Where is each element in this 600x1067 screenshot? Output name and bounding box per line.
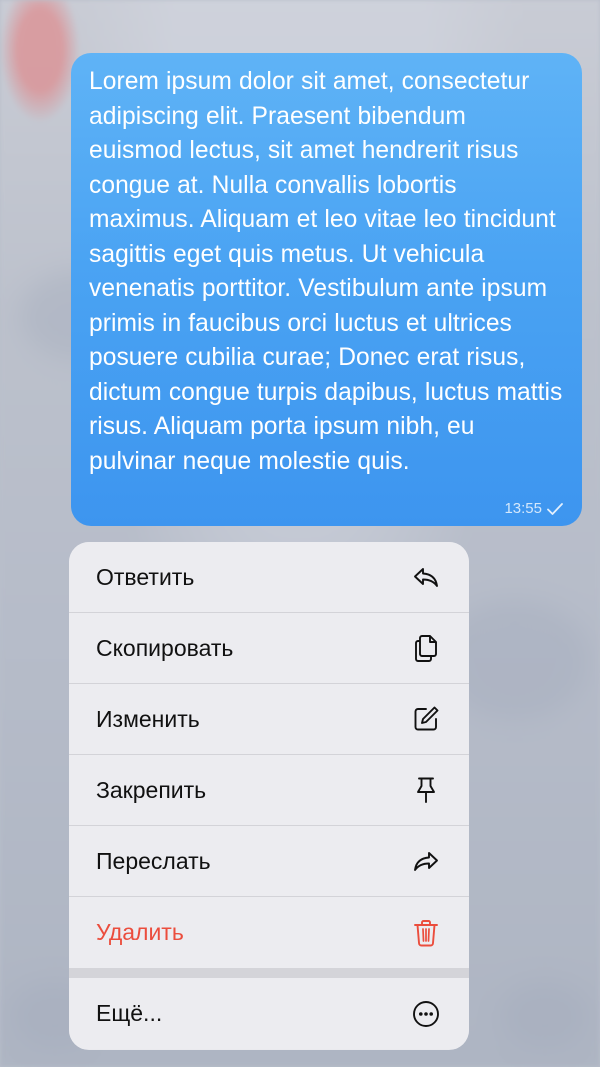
menu-item-forward[interactable]: Переслать bbox=[69, 826, 469, 897]
edit-icon bbox=[411, 704, 441, 734]
message-text: Lorem ipsum dolor sit amet, consectetur … bbox=[89, 68, 563, 475]
menu-separator bbox=[69, 968, 469, 978]
message-meta: 13:55 bbox=[504, 500, 564, 517]
pin-icon bbox=[411, 775, 441, 805]
menu-item-pin[interactable]: Закрепить bbox=[69, 755, 469, 826]
message-time: 13:55 bbox=[504, 500, 542, 517]
menu-item-copy[interactable]: Скопировать bbox=[69, 613, 469, 684]
menu-item-label: Ответить bbox=[96, 563, 195, 590]
menu-item-label: Скопировать bbox=[96, 634, 234, 661]
check-icon bbox=[547, 502, 563, 515]
menu-item-delete[interactable]: Удалить bbox=[69, 897, 469, 968]
menu-item-more[interactable]: Ещё... bbox=[69, 978, 469, 1049]
menu-item-label: Ещё... bbox=[96, 1000, 163, 1026]
trash-icon bbox=[411, 918, 441, 948]
forward-icon bbox=[411, 846, 441, 876]
menu-item-edit[interactable]: Изменить bbox=[69, 684, 469, 755]
menu-item-label: Удалить bbox=[96, 919, 184, 945]
menu-item-reply[interactable]: Ответить bbox=[69, 542, 469, 613]
reply-icon bbox=[411, 562, 441, 592]
message-bubble[interactable]: Lorem ipsum dolor sit amet, consectetur … bbox=[71, 53, 582, 526]
menu-item-label: Закрепить bbox=[96, 776, 207, 803]
more-icon bbox=[411, 999, 441, 1029]
menu-item-label: Переслать bbox=[96, 847, 211, 874]
context-menu: Ответить Скопировать Изменить Закрепить bbox=[69, 542, 469, 1050]
menu-item-label: Изменить bbox=[96, 705, 200, 732]
copy-icon bbox=[411, 633, 441, 663]
